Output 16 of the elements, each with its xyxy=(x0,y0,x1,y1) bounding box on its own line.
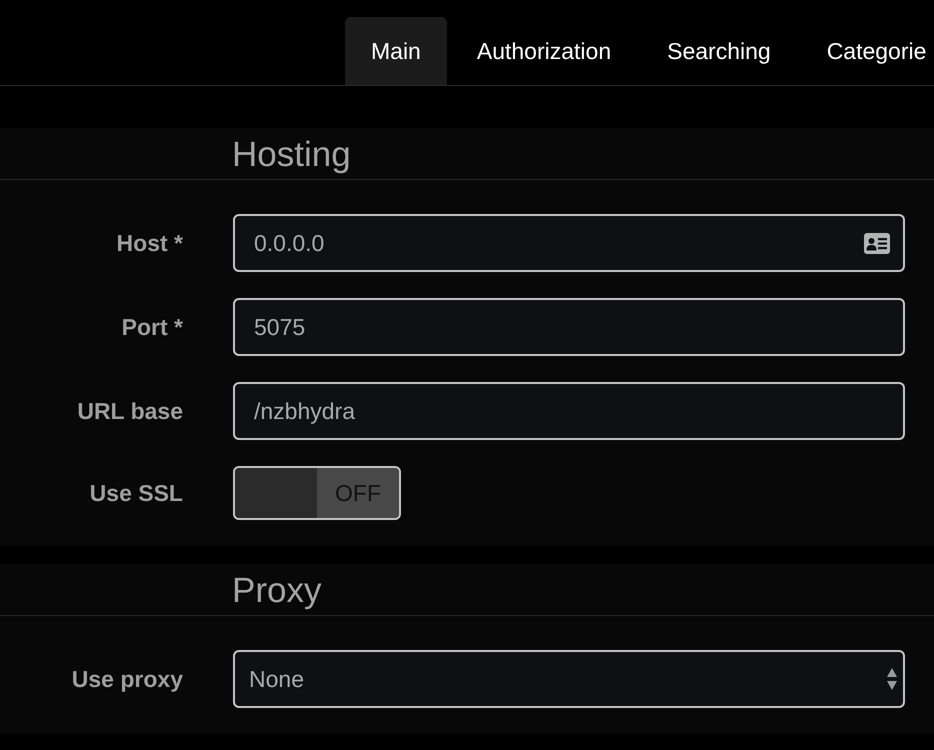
tab[interactable]: Searching xyxy=(641,17,797,85)
dropdown-arrows-icon xyxy=(887,667,897,691)
tab[interactable]: Authorization xyxy=(450,17,638,85)
field-label: Host * xyxy=(116,228,183,258)
field-label: URL base xyxy=(77,396,183,426)
tab[interactable]: Main xyxy=(345,17,447,85)
text-field[interactable]: 5075 xyxy=(233,298,905,356)
section-heading: Proxy xyxy=(232,570,322,612)
dropdown[interactable]: None xyxy=(233,650,905,708)
text-field[interactable]: /nzbhydra xyxy=(233,382,905,440)
text-field[interactable]: 0.0.0.0 xyxy=(233,214,905,272)
field-label: Use proxy xyxy=(72,664,183,694)
section-heading: Hosting xyxy=(232,134,351,176)
tab[interactable]: Categorie xyxy=(800,17,934,85)
field-label: Use SSL xyxy=(90,478,183,508)
field-label: Port * xyxy=(122,312,183,342)
